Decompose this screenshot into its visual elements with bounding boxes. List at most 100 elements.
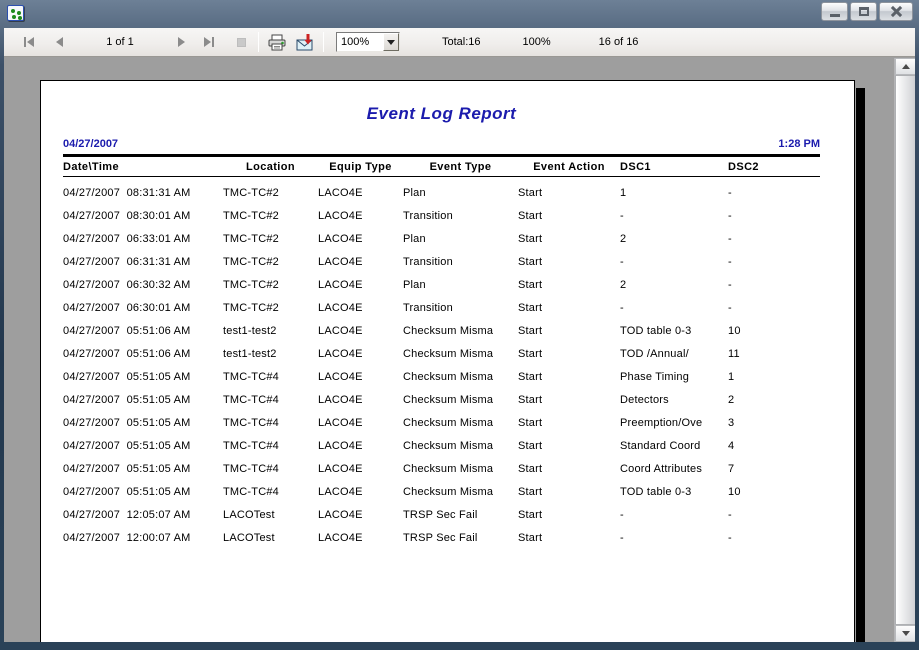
table-cell: 3: [728, 417, 820, 429]
table-cell: Transition: [403, 256, 518, 268]
table-cell: Checksum Misma: [403, 325, 518, 337]
table-cell: LACO4E: [318, 371, 403, 383]
scroll-down-icon: [902, 631, 910, 636]
table-cell: Checksum Misma: [403, 486, 518, 498]
table-cell: 04/27/2007 05:51:05 AM: [63, 486, 223, 498]
table-cell: TMC-TC#2: [223, 187, 318, 199]
maximize-button[interactable]: [850, 2, 877, 21]
app-icon[interactable]: [7, 5, 24, 21]
table-cell: 4: [728, 440, 820, 452]
export-button[interactable]: [293, 31, 317, 53]
next-page-icon: [178, 37, 185, 47]
table-cell: TRSP Sec Fail: [403, 532, 518, 544]
stop-icon: [237, 38, 246, 47]
zoom-value[interactable]: 100%: [337, 33, 383, 51]
table-cell: LACOTest: [223, 509, 318, 521]
zoom-dropdown-button[interactable]: [383, 33, 399, 51]
close-button[interactable]: [879, 2, 913, 21]
next-page-button[interactable]: [170, 31, 192, 53]
table-cell: 04/27/2007 05:51:05 AM: [63, 394, 223, 406]
table-row: 04/27/2007 06:33:01 AMTMC-TC#2LACO4EPlan…: [63, 227, 820, 250]
previous-page-button[interactable]: [48, 31, 70, 53]
table-cell: Start: [518, 187, 620, 199]
table-cell: 04/27/2007 05:51:05 AM: [63, 463, 223, 475]
table-row: 04/27/2007 05:51:05 AMTMC-TC#4LACO4EChec…: [63, 457, 820, 480]
table-cell: Checksum Misma: [403, 348, 518, 360]
table-cell: TMC-TC#2: [223, 256, 318, 268]
table-cell: 04/27/2007 05:51:05 AM: [63, 371, 223, 383]
table-cell: Start: [518, 256, 620, 268]
table-cell: LACO4E: [318, 486, 403, 498]
table-cell: LACO4E: [318, 325, 403, 337]
table-cell: -: [728, 210, 820, 222]
minimize-icon: [830, 14, 840, 17]
load-progress-label: 100%: [523, 36, 551, 48]
table-cell: Checksum Misma: [403, 371, 518, 383]
scroll-up-button[interactable]: [895, 58, 915, 75]
first-page-icon: [24, 37, 26, 47]
zoom-combobox[interactable]: 100%: [336, 32, 400, 52]
table-cell: 04/27/2007 05:51:06 AM: [63, 325, 223, 337]
table-cell: Start: [518, 394, 620, 406]
table-cell: -: [728, 302, 820, 314]
table-row: 04/27/2007 08:30:01 AMTMC-TC#2LACO4ETran…: [63, 204, 820, 227]
table-cell: Transition: [403, 210, 518, 222]
table-row: 04/27/2007 12:05:07 AMLACOTestLACO4ETRSP…: [63, 503, 820, 526]
table-cell: LACO4E: [318, 440, 403, 452]
column-header: DSC1: [620, 161, 728, 173]
maximize-icon: [859, 7, 869, 16]
vertical-scrollbar[interactable]: [894, 58, 915, 642]
table-cell: -: [728, 532, 820, 544]
table-cell: 2: [728, 394, 820, 406]
table-cell: 04/27/2007 06:30:01 AM: [63, 302, 223, 314]
table-cell: 2: [620, 279, 728, 291]
table-row: 04/27/2007 05:51:05 AMTMC-TC#4LACO4EChec…: [63, 365, 820, 388]
first-page-button[interactable]: [18, 31, 40, 53]
column-header: Event Type: [403, 161, 518, 173]
minimize-button[interactable]: [821, 2, 848, 21]
print-icon: [267, 34, 287, 51]
table-cell: TMC-TC#2: [223, 279, 318, 291]
table-cell: test1-test2: [223, 348, 318, 360]
table-cell: 04/27/2007 06:31:31 AM: [63, 256, 223, 268]
table-cell: 1: [728, 371, 820, 383]
table-cell: Start: [518, 348, 620, 360]
table-cell: 1: [620, 187, 728, 199]
report-page: Event Log Report 04/27/2007 1:28 PM Date…: [40, 80, 855, 642]
stop-button[interactable]: [230, 31, 252, 53]
table-cell: Checksum Misma: [403, 463, 518, 475]
table-cell: Start: [518, 210, 620, 222]
scroll-up-icon: [902, 64, 910, 69]
table-cell: Checksum Misma: [403, 417, 518, 429]
table-cell: 04/27/2007 05:51:06 AM: [63, 348, 223, 360]
column-header: Location: [223, 161, 318, 173]
table-cell: Start: [518, 302, 620, 314]
table-row: 04/27/2007 05:51:05 AMTMC-TC#4LACO4EChec…: [63, 388, 820, 411]
table-cell: Preemption/Ove: [620, 417, 728, 429]
table-cell: LACO4E: [318, 256, 403, 268]
table-cell: Standard Coord: [620, 440, 728, 452]
toolbar-separator: [323, 32, 324, 52]
report-table-rows: 04/27/2007 08:31:31 AMTMC-TC#2LACO4EPlan…: [63, 181, 820, 549]
print-button[interactable]: [265, 31, 289, 53]
table-cell: TMC-TC#4: [223, 463, 318, 475]
toolbar-separator: [258, 32, 259, 52]
table-cell: 04/27/2007 06:33:01 AM: [63, 233, 223, 245]
table-cell: -: [620, 532, 728, 544]
table-cell: Phase Timing: [620, 371, 728, 383]
titlebar: [0, 0, 919, 28]
table-cell: 10: [728, 486, 820, 498]
table-cell: 04/27/2007 06:30:32 AM: [63, 279, 223, 291]
table-cell: LACO4E: [318, 417, 403, 429]
table-cell: -: [728, 279, 820, 291]
total-records-label: Total:16: [442, 36, 481, 48]
table-cell: Coord Attributes: [620, 463, 728, 475]
table-cell: LACO4E: [318, 233, 403, 245]
table-cell: LACO4E: [318, 394, 403, 406]
last-page-button[interactable]: [198, 31, 220, 53]
table-cell: LACO4E: [318, 463, 403, 475]
table-cell: Start: [518, 440, 620, 452]
scroll-down-button[interactable]: [895, 625, 915, 642]
table-row: 04/27/2007 06:31:31 AMTMC-TC#2LACO4ETran…: [63, 250, 820, 273]
scrollbar-thumb[interactable]: [895, 75, 915, 625]
